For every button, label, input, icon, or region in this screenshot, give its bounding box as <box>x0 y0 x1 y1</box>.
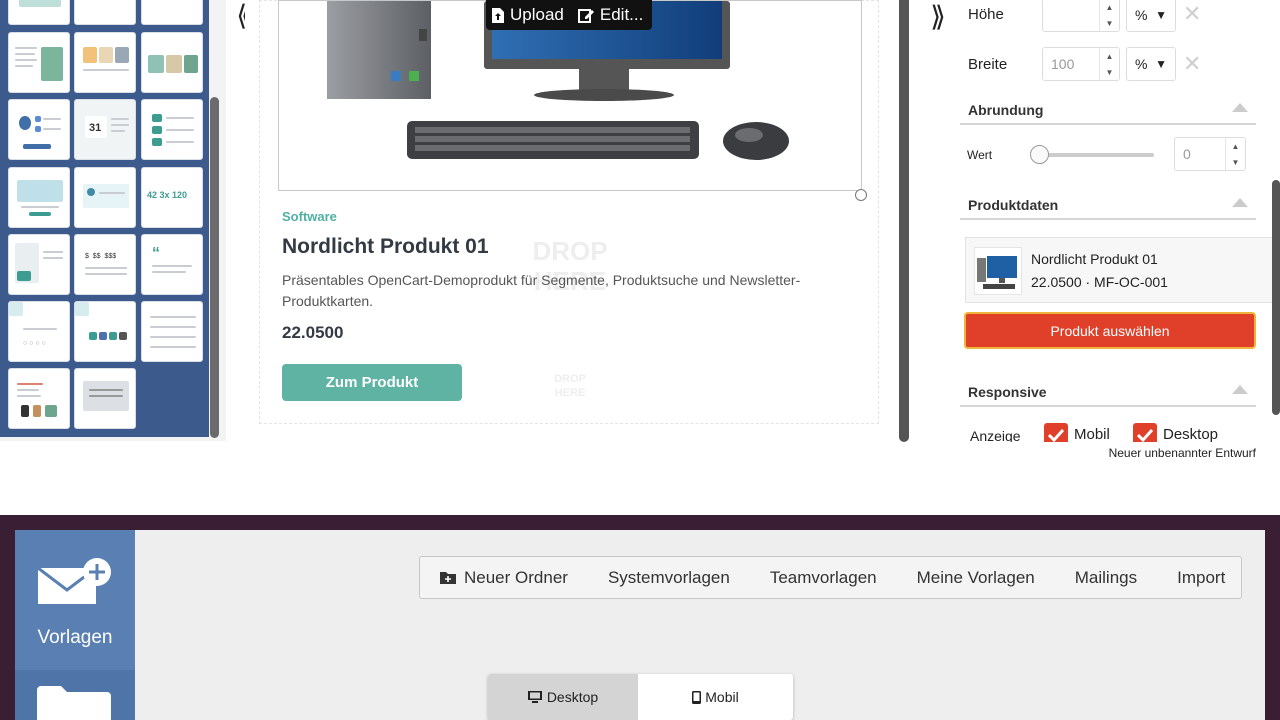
template-thumbnail[interactable]: 42 3x 120 <box>141 167 203 228</box>
desktop-checkbox-label: Desktop <box>1163 426 1219 442</box>
sidebar-item-templates[interactable] <box>15 530 135 670</box>
template-thumbnail-grid: 31 42 3x 120 $ $$ $$$ “ ○ ○ ○ ○ <box>0 0 209 437</box>
selected-product-meta: 22.0500 · MF-OC-001 <box>1031 274 1168 290</box>
folder-plus-icon <box>440 572 456 584</box>
sidebar-templates-label: Vorlagen <box>37 627 113 648</box>
template-thumbnail[interactable] <box>8 368 70 429</box>
rounding-value-label: Wert <box>967 148 993 162</box>
tab-team-templates[interactable]: Teamvorlagen <box>770 568 877 588</box>
display-label: Anzeige <box>970 428 1021 442</box>
display-row: Anzeige Mobil Desktop <box>955 420 1272 442</box>
tab-system-templates[interactable]: Systemvorlagen <box>608 568 730 588</box>
template-thumbnail[interactable] <box>74 301 136 362</box>
select-product-button[interactable]: Produkt auswählen <box>964 312 1256 349</box>
envelope-plus-icon <box>37 558 111 604</box>
template-thumbnail[interactable] <box>141 99 203 160</box>
product-price: 22.0500 <box>282 323 344 342</box>
width-stepper[interactable]: ▲ ▼ <box>1099 48 1119 80</box>
clear-width-icon[interactable]: ✕ <box>1183 51 1201 77</box>
drop-here-ghost-small: DROP HERE <box>554 373 586 399</box>
selected-product-card[interactable]: Nordlicht Produkt 01 22.0500 · MF-OC-001 <box>965 237 1275 303</box>
template-thumbnail[interactable] <box>74 32 136 93</box>
section-responsive[interactable]: Responsive <box>960 379 1256 407</box>
height-stepper[interactable]: ▲ ▼ <box>1099 0 1119 31</box>
template-panel-scrollbar[interactable] <box>210 97 219 438</box>
product-cta-button[interactable]: Zum Produkt <box>282 364 462 401</box>
mobile-checkbox-label: Mobil <box>1074 426 1110 442</box>
chevron-down-icon: ▼ <box>1155 8 1167 22</box>
checkmark-icon <box>1136 428 1154 442</box>
new-folder-button[interactable]: Neuer Ordner <box>440 568 568 588</box>
template-thumbnail[interactable]: $ $$ $$$ <box>74 234 136 295</box>
template-panel: 31 42 3x 120 $ $$ $$$ “ ○ ○ ○ ○ <box>0 0 226 441</box>
template-thumbnail[interactable] <box>8 0 70 25</box>
tab-my-templates[interactable]: Meine Vorlagen <box>917 568 1035 588</box>
image-resize-handle[interactable] <box>855 189 867 201</box>
clear-height-icon[interactable]: ✕ <box>1183 1 1201 27</box>
collapse-right-panel-icon[interactable]: ⟫ <box>921 0 955 33</box>
rounding-stepper[interactable]: ▲ ▼ <box>1225 138 1245 170</box>
desktop-checkbox[interactable] <box>1133 423 1157 442</box>
rounding-slider-thumb[interactable] <box>1030 145 1049 164</box>
selected-product-name: Nordlicht Produkt 01 <box>1031 251 1158 267</box>
edit-icon <box>577 8 594 23</box>
tab-mailings[interactable]: Mailings <box>1075 568 1137 588</box>
template-toolbar: Neuer Ordner Systemvorlagen Teamvorlagen… <box>419 556 1242 599</box>
template-thumbnail[interactable] <box>74 368 136 429</box>
section-rounding[interactable]: Abrundung <box>960 97 1256 125</box>
template-thumbnail[interactable] <box>8 99 70 160</box>
canvas-scrollbar[interactable] <box>899 0 909 442</box>
height-input[interactable]: ▲ ▼ <box>1042 0 1120 32</box>
template-thumbnail[interactable] <box>141 32 203 93</box>
template-thumbnail[interactable] <box>141 301 203 362</box>
edit-button[interactable]: Edit... <box>577 5 643 25</box>
width-input[interactable]: 100 ▲ ▼ <box>1042 47 1120 81</box>
height-label: Höhe <box>968 6 1004 23</box>
template-thumbnail[interactable] <box>74 0 136 25</box>
template-thumbnail[interactable]: “ <box>141 234 203 295</box>
checkmark-icon <box>1047 428 1065 442</box>
section-product-data[interactable]: Produktdaten <box>960 192 1256 220</box>
draft-name: Neuer unbenannter Entwurf <box>1108 446 1256 460</box>
template-thumbnail[interactable]: 31 <box>74 99 136 160</box>
chevron-down-icon: ▼ <box>1155 57 1167 71</box>
collapse-section-icon <box>1232 385 1248 394</box>
template-thumbnail[interactable] <box>8 234 70 295</box>
desktop-preview-button[interactable]: Desktop <box>488 674 638 720</box>
import-button[interactable]: Import <box>1177 568 1225 588</box>
image-toolbar: Upload Edit... <box>486 0 652 30</box>
rounding-slider-track[interactable] <box>1033 153 1154 157</box>
width-unit-select[interactable]: % ▼ <box>1126 47 1176 81</box>
folder-icon[interactable] <box>35 684 115 720</box>
product-description: Präsentables OpenCart-Demoprodukt für Se… <box>282 272 801 309</box>
template-thumbnail[interactable] <box>141 0 203 25</box>
mobile-checkbox[interactable] <box>1044 423 1068 442</box>
app-root: 31 42 3x 120 $ $$ $$$ “ ○ ○ ○ ○ ⟪ DROP H… <box>0 0 1280 720</box>
rounding-value-input[interactable]: 0 ▲ ▼ <box>1174 137 1246 171</box>
width-label: Breite <box>968 56 1008 73</box>
upload-button[interactable]: Upload <box>492 5 564 25</box>
template-thumbnail[interactable] <box>74 167 136 228</box>
file-upload-icon <box>492 7 504 23</box>
mobile-icon <box>692 690 702 704</box>
properties-scrollbar[interactable] <box>1272 180 1280 415</box>
template-thumbnail[interactable]: ○ ○ ○ ○ <box>8 301 70 362</box>
height-unit-select[interactable]: % ▼ <box>1126 0 1176 32</box>
desktop-icon <box>527 691 542 703</box>
product-category: Software <box>282 209 337 224</box>
collapse-section-icon <box>1232 103 1248 112</box>
collapse-section-icon <box>1232 198 1248 207</box>
product-title: Nordlicht Produkt 01 <box>282 235 489 258</box>
device-preview-toggle: Desktop Mobil <box>488 674 793 720</box>
template-thumbnail[interactable] <box>8 167 70 228</box>
product-thumbnail <box>974 247 1022 295</box>
mobile-preview-button[interactable]: Mobil <box>638 674 793 720</box>
template-thumbnail[interactable] <box>8 32 70 93</box>
